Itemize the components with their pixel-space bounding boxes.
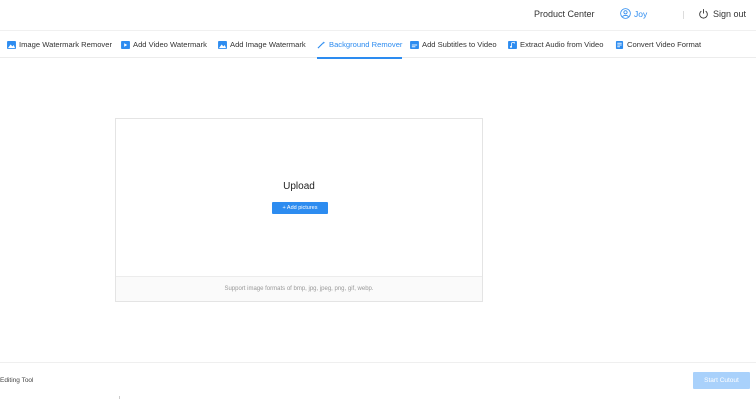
tab-label: Add Subtitles to Video: [422, 40, 497, 49]
tab-extract-audio[interactable]: Extract Audio from Video: [508, 31, 603, 58]
tab-add-subtitles[interactable]: Add Subtitles to Video: [410, 31, 497, 58]
upload-title: Upload: [283, 181, 315, 192]
tab-label: Add Video Watermark: [133, 40, 207, 49]
audio-icon: [508, 40, 517, 49]
tab-label: Extract Audio from Video: [520, 40, 604, 49]
tab-image-watermark-remover[interactable]: Image Watermark Remover: [7, 31, 112, 58]
header-divider: [683, 11, 684, 19]
sign-out-button[interactable]: Sign out: [698, 8, 746, 19]
tab-label: Background Remover: [329, 40, 403, 49]
tab-add-image-watermark[interactable]: Add Image Watermark: [218, 31, 306, 58]
tab-convert-video-format[interactable]: Convert Video Format: [615, 31, 701, 58]
footer-label: Editing Tool: [0, 377, 34, 384]
power-icon: [699, 9, 708, 19]
top-bar: Product Center Joy Sign out: [0, 0, 756, 30]
tab-label: Convert Video Format: [627, 40, 702, 49]
tab-add-video-watermark[interactable]: Add Video Watermark: [121, 31, 207, 58]
product-center-link[interactable]: Product Center: [534, 9, 595, 19]
divider-mark: [119, 396, 120, 399]
footer-bar: Editing Tool Start Cutout: [0, 362, 756, 401]
sign-out-label: Sign out: [713, 8, 747, 19]
upload-dropzone[interactable]: Upload + Add pictures Support image form…: [115, 118, 483, 302]
tool-nav: Image Watermark Remover Add Video Waterm…: [0, 30, 756, 59]
image-icon: [7, 40, 16, 49]
subtitle-icon: [410, 40, 419, 49]
user-icon: [620, 8, 631, 19]
user-menu[interactable]: Joy: [620, 8, 647, 19]
add-pictures-button[interactable]: + Add pictures: [272, 202, 328, 214]
tab-background-remover[interactable]: Background Remover: [317, 31, 403, 59]
start-cutout-button[interactable]: Start Cutout: [693, 372, 750, 389]
tab-label: Add Image Watermark: [230, 40, 306, 49]
convert-icon: [615, 40, 624, 49]
video-icon: [121, 40, 130, 49]
image-icon: [218, 40, 227, 49]
magic-wand-icon: [317, 40, 326, 49]
user-name: Joy: [634, 8, 648, 19]
tab-label: Image Watermark Remover: [19, 40, 112, 49]
supported-formats-note: Support image formats of bmp, jpg, jpeg,…: [116, 276, 482, 301]
supported-formats-text: Support image formats of bmp, jpg, jpeg,…: [224, 286, 374, 292]
